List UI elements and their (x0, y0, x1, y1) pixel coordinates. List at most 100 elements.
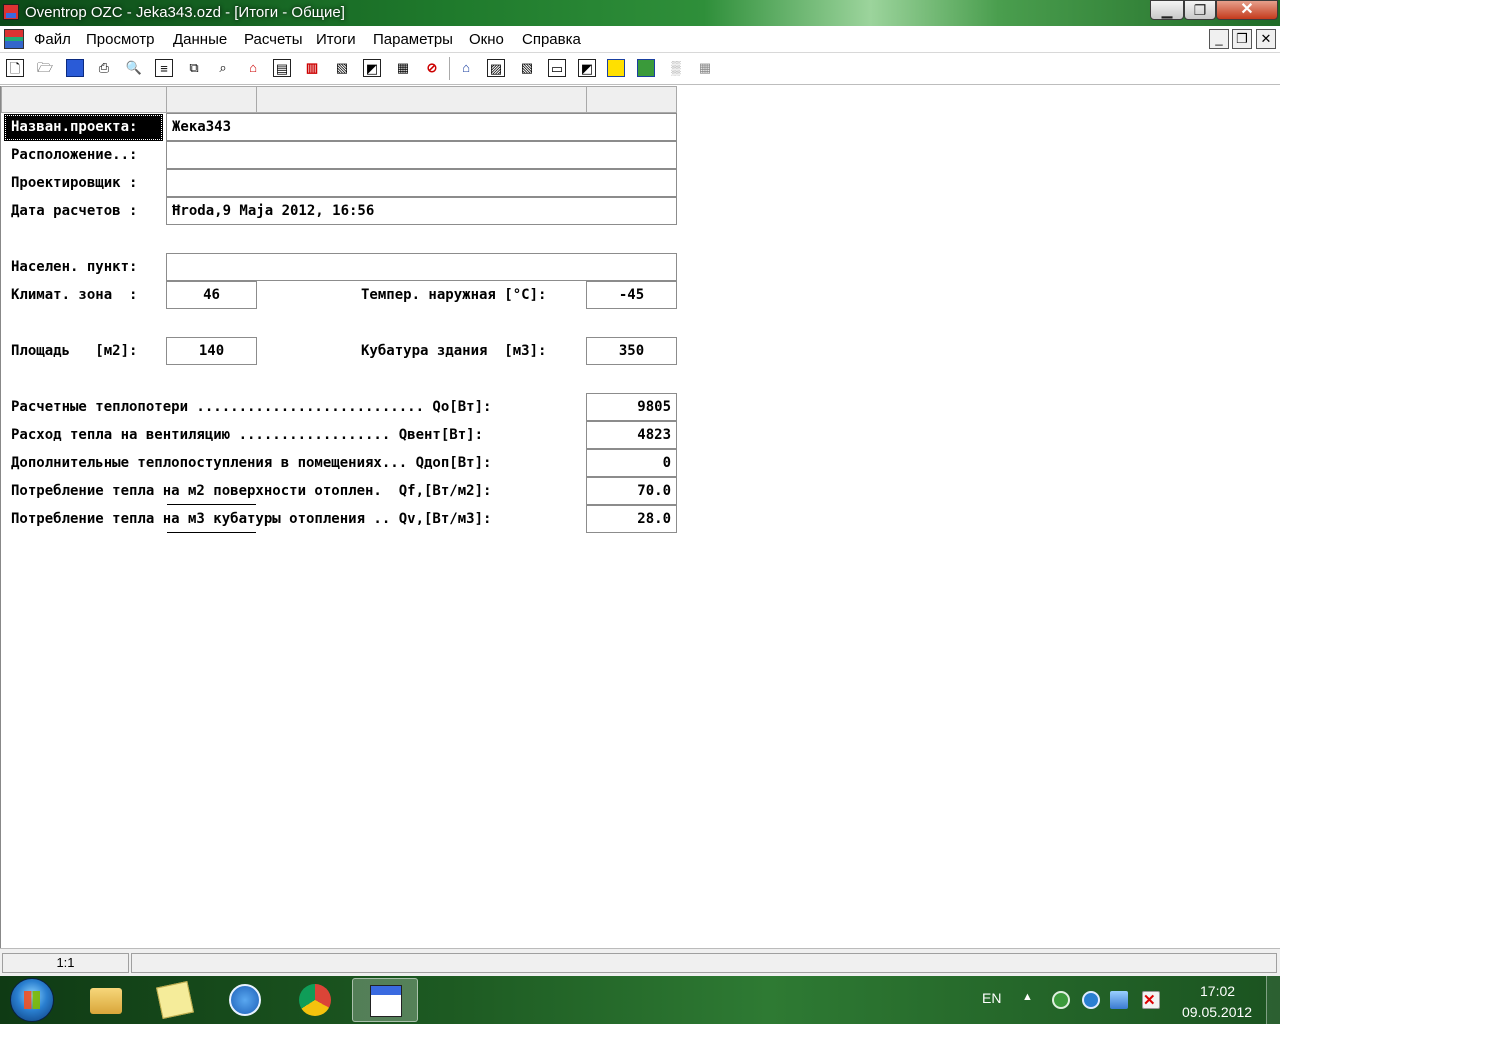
underline (167, 532, 256, 533)
result-label-ventilation: Расход тепла на вентиляцию .............… (11, 427, 484, 443)
menu-results[interactable]: Итоги (316, 31, 356, 48)
pattern-icon[interactable]: ▒ (667, 59, 685, 77)
mdi-close-button[interactable]: ✕ (1256, 29, 1276, 49)
open-folder-icon[interactable]: 🗁 (36, 59, 54, 77)
network-icon[interactable] (1110, 991, 1128, 1009)
outdoor-temp-label: Темпер. наружная [°C]: (361, 287, 547, 303)
sticky-notes-icon (156, 981, 194, 1019)
result-label-per-m3: Потребление тепла на м3 кубатуры отоплен… (11, 511, 492, 527)
print-preview-icon[interactable]: 🔍 (125, 59, 143, 77)
zoom-indicator: 1:1 (2, 953, 129, 973)
hatch2-icon[interactable]: ▧ (518, 59, 536, 77)
menu-parameters[interactable]: Параметры (373, 31, 453, 48)
city-label: Населен. пункт: (11, 259, 138, 275)
result-label-per-m2: Потребление тепла на м2 поверхности отоп… (11, 483, 492, 499)
clock-date[interactable]: 09.05.2012 (1182, 1004, 1252, 1020)
flag-error-icon: ✕ (1143, 992, 1156, 1009)
climate-zone-field[interactable]: 46 (166, 281, 257, 309)
climate-zone-label: Климат. зона : (11, 287, 138, 303)
calc-table-icon[interactable]: ▤ (273, 59, 291, 77)
volume-label: Кубатура здания [м3]: (361, 343, 547, 359)
app-window: Oventrop OZC - Jeka343.ozd - [Итоги - Об… (0, 0, 1280, 1024)
calculator-icon[interactable]: ▦ (394, 59, 412, 77)
page2-icon[interactable]: ◩ (578, 59, 596, 77)
map-icon[interactable] (637, 59, 655, 77)
utorrent-icon[interactable] (1052, 991, 1070, 1009)
new-file-icon[interactable]: 🗋 (6, 59, 24, 77)
show-desktop-button[interactable] (1266, 976, 1280, 1024)
window-icon[interactable]: ▭ (548, 59, 566, 77)
app-icon[interactable] (3, 4, 19, 20)
project-name-field[interactable]: Жека343 (166, 113, 677, 141)
menu-data[interactable]: Данные (173, 31, 227, 48)
taskbar-chrome[interactable] (283, 978, 345, 1022)
page-icon[interactable]: ◩ (363, 59, 381, 77)
house-icon[interactable]: ⌂ (244, 59, 262, 77)
taskbar-explorer[interactable] (74, 978, 136, 1022)
location-field[interactable] (166, 141, 677, 169)
header-cell (586, 86, 677, 113)
area-field[interactable]: 140 (166, 337, 257, 365)
designer-field[interactable] (166, 169, 677, 197)
tray-expand-icon[interactable]: ▲ (1022, 991, 1033, 1003)
yellow-panel-icon[interactable] (607, 59, 625, 77)
save-icon[interactable] (66, 59, 84, 77)
menu-view[interactable]: Просмотр (86, 31, 155, 48)
hatch-icon[interactable]: ▨ (487, 59, 505, 77)
taskbar-maxthon[interactable] (213, 978, 275, 1022)
start-button[interactable] (10, 978, 54, 1022)
results-general-view: Назван.проекта: Жека343 Расположение..: … (0, 86, 1280, 948)
find-icon[interactable]: ⌕ (214, 59, 232, 77)
minimize-button[interactable]: ▁ (1150, 0, 1184, 20)
document-icon[interactable] (4, 29, 24, 49)
taskbar-sticky-notes[interactable] (143, 978, 205, 1022)
result-label-heat-loss: Расчетные теплопотери ..................… (11, 399, 492, 415)
result-value-additional-gains[interactable]: 0 (586, 449, 677, 477)
grid-icon[interactable]: ▦ (696, 59, 714, 77)
result-value-per-m3[interactable]: 28.0 (586, 505, 677, 533)
menu-help[interactable]: Справка (522, 31, 581, 48)
project-name-label[interactable]: Назван.проекта: (4, 114, 163, 141)
language-indicator[interactable]: EN (982, 990, 1001, 1006)
result-label-additional-gains: Дополнительные теплопоступления в помеще… (11, 455, 492, 471)
status-panel (131, 953, 1277, 973)
menu-calcs[interactable]: Расчеты (244, 31, 303, 48)
maxthon-icon (229, 984, 261, 1016)
chrome-icon (299, 984, 331, 1016)
stop-icon[interactable]: ⊘ (423, 59, 441, 77)
mdi-restore-button[interactable]: ❐ (1232, 29, 1252, 49)
close-button[interactable]: ✕ (1216, 0, 1278, 20)
result-value-ventilation[interactable]: 4823 (586, 421, 677, 449)
header-cell (256, 86, 587, 113)
title-bar[interactable]: Oventrop OZC - Jeka343.ozd - [Итоги - Об… (0, 0, 1280, 26)
taskbar: EN ▲ ✕ 17:02 09.05.2012 (0, 976, 1280, 1024)
report-icon[interactable]: ≡ (155, 59, 173, 77)
city-field[interactable] (166, 253, 677, 281)
clock-time[interactable]: 17:02 (1200, 983, 1235, 999)
mdi-minimize-button[interactable]: _ (1209, 29, 1229, 49)
result-value-per-m2[interactable]: 70.0 (586, 477, 677, 505)
copy-icon[interactable]: ⧉ (185, 59, 203, 77)
house-blue-icon[interactable]: ⌂ (457, 59, 475, 77)
area-label: Площадь [м2]: (11, 343, 138, 359)
header-cell (166, 86, 257, 113)
calc-date-label: Дата расчетов : (11, 203, 138, 219)
menu-bar: Файл Просмотр Данные Расчеты Итоги Парам… (0, 26, 1280, 53)
print-icon[interactable]: ⎙ (95, 59, 113, 77)
outdoor-temp-field[interactable]: -45 (586, 281, 677, 309)
header-cell (1, 86, 167, 113)
menu-file[interactable]: Файл (34, 31, 71, 48)
wall-icon[interactable]: ▧ (333, 59, 351, 77)
restore-button[interactable]: ❐ (1184, 0, 1216, 20)
menu-window[interactable]: Окно (469, 31, 504, 48)
volume-field[interactable]: 350 (586, 337, 677, 365)
folder-icon (90, 988, 122, 1014)
result-value-heat-loss[interactable]: 9805 (586, 393, 677, 421)
radiator-icon[interactable]: ▥ (303, 59, 321, 77)
maxthon-tray-icon[interactable] (1082, 991, 1100, 1009)
calc-date-field[interactable]: Ħroda,9 Maja 2012, 16:56 (166, 197, 677, 225)
window-title: Oventrop OZC - Jeka343.ozd - [Итоги - Об… (25, 4, 345, 21)
taskbar-oventrop[interactable] (352, 978, 418, 1022)
close-icon: ✕ (1240, 1, 1254, 18)
toolbar-separator (449, 57, 450, 80)
